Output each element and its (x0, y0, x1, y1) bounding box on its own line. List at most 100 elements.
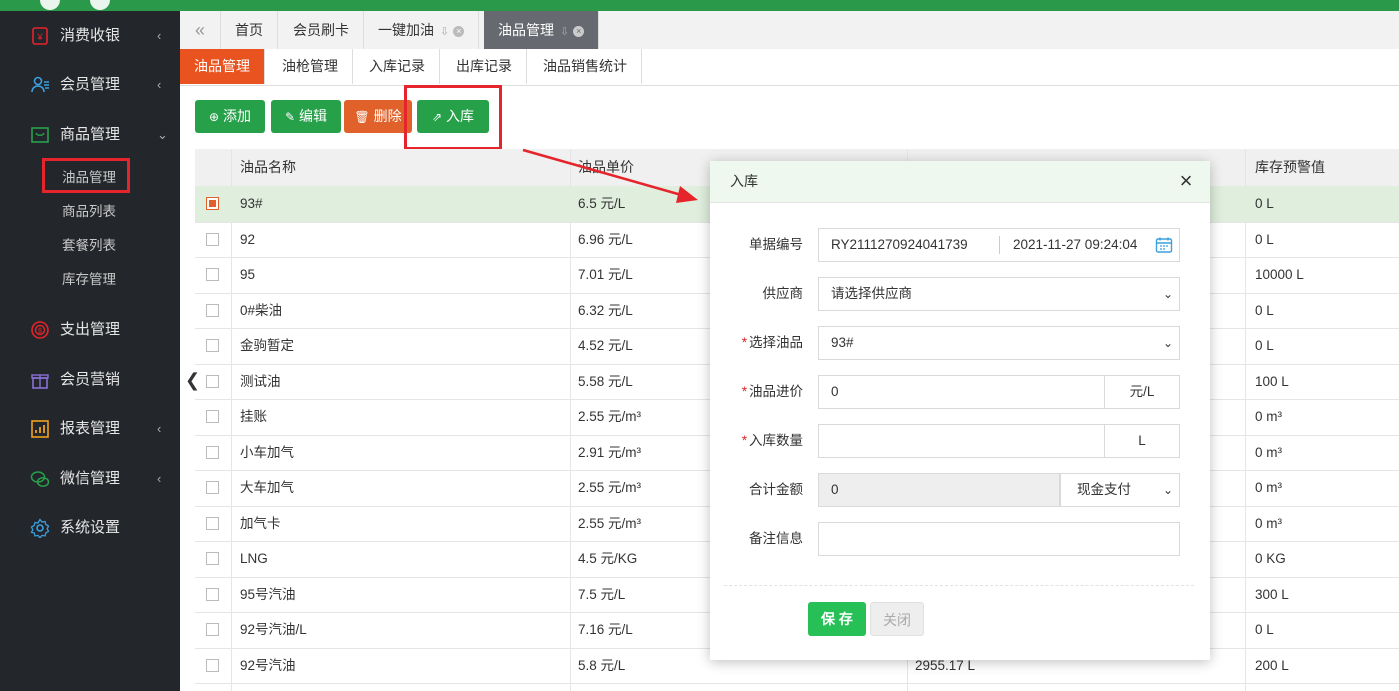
cell-warning: 0 m³ (1255, 444, 1282, 460)
cell-price: 2.55 元/m³ (578, 409, 642, 424)
required-marker: * (741, 335, 747, 350)
sidebar-item-expense[interactable]: $ 支出管理 (0, 310, 180, 350)
add-button-label: 添加 (223, 108, 252, 124)
row-checkbox[interactable] (206, 268, 219, 281)
sidebar-subitem-package-list[interactable]: 套餐列表 (62, 237, 116, 255)
column-header-warning[interactable]: 库存预警值 (1255, 149, 1325, 186)
close-icon[interactable]: × (1176, 169, 1196, 193)
sidebar-item-cashier[interactable]: ¥ 消费收银 ‹ (0, 16, 180, 56)
row-checkbox[interactable] (206, 374, 219, 388)
sidebar-subitem-stock-management[interactable]: 库存管理 (62, 271, 116, 289)
tab-quick-refuel[interactable]: 一键加油 ⇩ × (364, 11, 480, 49)
add-button[interactable]: ⊕ 添加 (195, 100, 265, 133)
cell-warning: 0 L (1255, 231, 1274, 247)
row-checkbox[interactable] (206, 197, 219, 210)
cell-price: 6.96 元/L (578, 231, 633, 247)
wechat-icon (30, 471, 50, 487)
supplier-select[interactable]: 请选择供应商 ⌄ (818, 277, 1180, 311)
cashier-icon: ¥ (32, 27, 48, 45)
cell-name: 92号汽油/L (240, 622, 307, 637)
oil-select[interactable]: 93# ⌄ (818, 326, 1180, 360)
dialog-divider (724, 585, 1194, 586)
pin-icon[interactable]: ⇩ (560, 26, 569, 38)
total-label: 合计金额 (710, 473, 803, 507)
subtab-stock-out-records[interactable]: 出库记录 (442, 49, 527, 84)
chevron-down-icon: ⌄ (157, 127, 168, 142)
annotation-highlight-sidebar (42, 158, 130, 193)
sidebar-item-settings[interactable]: 系统设置 (0, 508, 180, 548)
subtab-stock-in-records[interactable]: 入库记录 (355, 49, 440, 84)
pin-icon[interactable]: ⇩ (440, 26, 449, 38)
cell-name: 测试油 (240, 373, 281, 389)
sidebar-item-label: 会员营销 (60, 371, 121, 388)
payment-select[interactable]: 现金支付 ⌄ (1060, 473, 1180, 507)
subtab-sales-statistics[interactable]: 油品销售统计 (529, 49, 642, 84)
row-checkbox[interactable] (206, 516, 219, 530)
row-checkbox[interactable] (206, 410, 219, 423)
column-header-name[interactable]: 油品名称 (240, 149, 296, 186)
row-checkbox[interactable] (206, 587, 219, 601)
row-checkbox[interactable] (206, 232, 219, 246)
doc-no-label: 单据编号 (710, 228, 803, 262)
calendar-icon[interactable] (1155, 236, 1173, 254)
label-text: 油品进价 (749, 384, 803, 399)
chevron-left-icon: ‹ (157, 28, 162, 43)
edit-icon: ✎ (284, 110, 296, 124)
chevron-left-icon: ‹ (157, 421, 162, 436)
row-checkbox[interactable] (206, 339, 219, 352)
cell-price: 2.91 元/m³ (578, 444, 642, 460)
sidebar-item-goods[interactable]: 商品管理 ⌄ (0, 115, 180, 155)
date-input[interactable]: 2021-11-27 09:24:04 (1013, 229, 1137, 261)
close-button[interactable]: 关闭 (870, 602, 924, 636)
svg-text:$: $ (38, 328, 42, 335)
sidebar-item-label: 系统设置 (60, 519, 121, 536)
row-checkbox[interactable] (206, 658, 219, 672)
required-marker: * (741, 433, 747, 448)
remark-input[interactable] (818, 522, 1180, 556)
save-button[interactable]: 保 存 (808, 602, 866, 636)
tab-member-card[interactable]: 会员刷卡 (279, 11, 364, 49)
sidebar-item-label: 会员管理 (60, 76, 121, 93)
tab-label: 油品管理 (498, 22, 554, 38)
subtab-oil-management[interactable]: 油品管理 (180, 49, 265, 84)
tab-home[interactable]: 首页 (221, 11, 278, 49)
sidebar-item-reports[interactable]: 报表管理 ‹ (0, 409, 180, 449)
cell-warning: 10000 L (1255, 267, 1304, 282)
expense-icon: $ (31, 321, 49, 339)
column-header-price[interactable]: 油品单价 (578, 149, 634, 186)
edit-button[interactable]: ✎ 编辑 (271, 100, 341, 133)
cell-price: 4.52 元/L (578, 338, 633, 353)
close-tab-icon[interactable]: × (573, 25, 585, 37)
subtab-nozzle-management[interactable]: 油枪管理 (268, 49, 353, 84)
cell-price: 2.55 元/m³ (578, 480, 642, 495)
cell-name: 95 (240, 267, 256, 282)
row-checkbox[interactable] (206, 481, 219, 494)
sidebar-item-marketing[interactable]: 会员营销 (0, 360, 180, 400)
cell-name: 93# (240, 196, 263, 211)
label-text: 入库数量 (749, 433, 803, 448)
sidebar-item-wechat[interactable]: 微信管理 ‹ (0, 459, 180, 499)
total-field: 0 (818, 473, 1060, 507)
chevron-left-icon[interactable]: ❮ (185, 370, 200, 391)
chevron-down-icon: ⌄ (1162, 287, 1173, 301)
row-checkbox[interactable] (206, 303, 219, 317)
cost-input[interactable]: 0 (831, 384, 839, 399)
tabs-scroll-left-icon[interactable]: « (180, 11, 221, 49)
oil-selected-value: 93# (831, 335, 854, 350)
delete-button[interactable]: 🗑 删除 (344, 100, 412, 133)
sidebar-item-members[interactable]: 会员管理 ‹ (0, 65, 180, 105)
cell-price: 4.5 元/KG (578, 551, 638, 566)
sidebar-subitem-goods-list[interactable]: 商品列表 (62, 203, 116, 221)
cell-name: 92 (240, 231, 256, 247)
close-tab-icon[interactable]: × (453, 25, 465, 37)
label-text: 选择油品 (749, 335, 803, 350)
payment-selected-value: 现金支付 (1077, 482, 1131, 497)
row-checkbox[interactable] (206, 552, 219, 565)
chevron-left-icon: ‹ (157, 77, 162, 92)
tab-oil-management[interactable]: 油品管理 ⇩ × (484, 11, 600, 49)
dialog-title: 入库 (730, 173, 758, 189)
doc-no-value[interactable]: RY2111270924041739 (831, 237, 968, 252)
row-checkbox[interactable] (206, 623, 219, 636)
row-checkbox[interactable] (206, 445, 219, 459)
sidebar: ¥ 消费收银 ‹ 会员管理 ‹ 商品管理 ⌄ 油品管理 商品列表 套餐列表 库存… (0, 11, 180, 691)
